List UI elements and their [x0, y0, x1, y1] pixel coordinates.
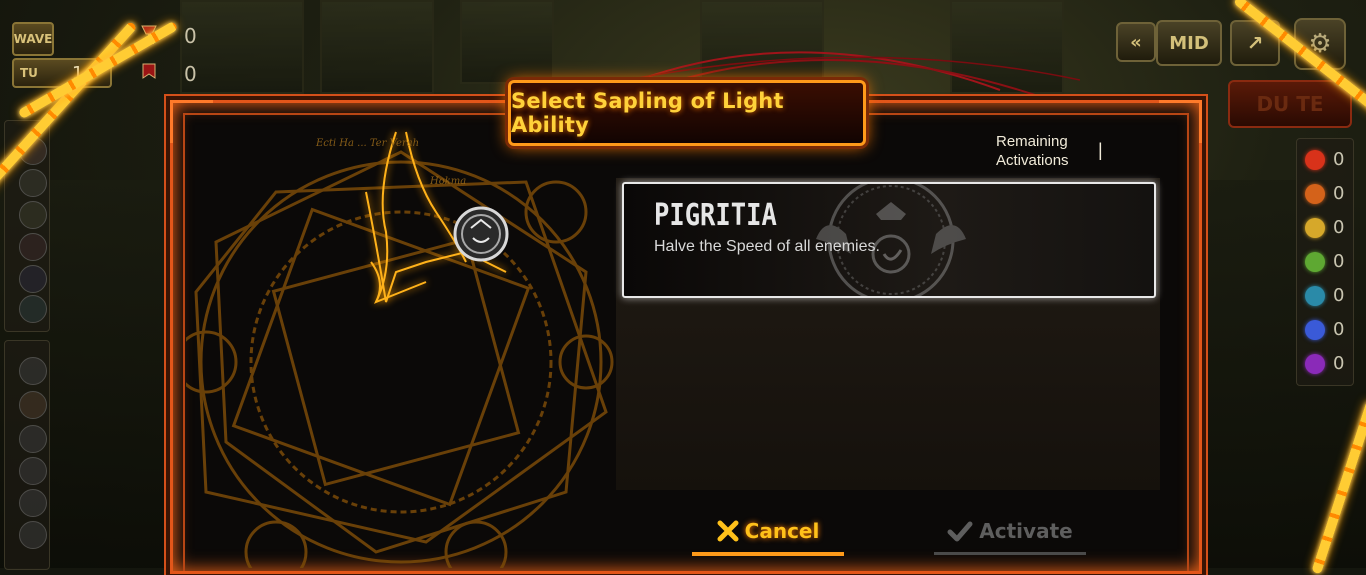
ability-name: PIGRITIA	[654, 198, 777, 233]
resource-count: 0	[1333, 251, 1345, 272]
activate-label: Activate	[979, 519, 1073, 543]
resource-row: 0	[1305, 353, 1344, 374]
resource-count: 0	[1333, 319, 1345, 340]
rewind-button[interactable]: «	[1116, 22, 1156, 62]
unit-icon[interactable]	[19, 489, 47, 517]
unit-icon[interactable]	[19, 169, 47, 197]
purple-gem-icon	[1305, 353, 1325, 374]
circle-inscription: Hokma	[430, 176, 467, 187]
unit-icon[interactable]	[19, 425, 47, 453]
resource-count: 0	[1333, 353, 1345, 374]
unit-slot-column	[4, 340, 50, 570]
resource-count: 0	[1333, 217, 1345, 238]
duplicate-button[interactable]: DU TE	[1228, 80, 1352, 128]
sapling-medallion-icon	[453, 206, 509, 262]
resource-row: 0	[1305, 285, 1344, 306]
banner-icon	[142, 63, 156, 79]
activate-button[interactable]: Activate	[934, 510, 1086, 555]
banner-counter: 0	[184, 62, 197, 86]
unit-icon[interactable]	[19, 233, 47, 261]
resource-row: 0	[1305, 217, 1344, 238]
unit-icon[interactable]	[19, 295, 47, 323]
turn-label: TU	[20, 66, 38, 80]
resource-panel: 0 0 0 0 0 0 0	[1296, 138, 1354, 386]
ability-description: Halve the Speed of all enemies.	[654, 238, 880, 255]
remaining-activations-value: |	[1098, 140, 1103, 160]
blue-crystal-gem-icon	[1305, 319, 1325, 340]
wave-label: WAVE	[12, 22, 54, 56]
resource-row: 0	[1305, 251, 1344, 272]
unit-icon[interactable]	[19, 391, 47, 419]
dialog-title: Select Sapling of Light Ability	[511, 89, 784, 137]
speed-button[interactable]: MID	[1156, 20, 1222, 66]
resource-row: 0	[1305, 149, 1344, 170]
unit-icon[interactable]	[19, 265, 47, 293]
close-icon	[717, 520, 739, 542]
background-window	[460, 0, 554, 84]
unit-icon[interactable]	[19, 457, 47, 485]
cancel-label: Cancel	[744, 519, 820, 543]
red-flame-gem-icon	[1305, 149, 1325, 170]
arrow-up-right-icon: ↗	[1246, 31, 1264, 55]
cancel-button[interactable]: Cancel	[692, 510, 844, 556]
dialog-title-plate: Select Sapling of Light Ability	[508, 80, 866, 146]
checkmark-icon	[947, 521, 973, 542]
unit-icon[interactable]	[19, 521, 47, 549]
resource-row: 0	[1305, 183, 1344, 204]
teal-gem-icon	[1305, 285, 1325, 306]
double-chevron-left-icon: «	[1130, 31, 1142, 53]
green-gem-icon	[1305, 251, 1325, 272]
goblet-counter: 0	[184, 24, 197, 48]
resource-count: 0	[1333, 285, 1345, 306]
unit-icon[interactable]	[19, 201, 47, 229]
remaining-activations-label: Remaining Activations	[996, 133, 1069, 169]
ability-card-pigritia[interactable]: PIGRITIA Halve the Speed of all enemies.	[622, 182, 1156, 298]
unit-icon[interactable]	[19, 357, 47, 385]
resource-row: 0	[1305, 319, 1344, 340]
circle-inscription: Ecti Ha ... Ter Verah	[316, 138, 420, 149]
resource-count: 0	[1333, 149, 1345, 170]
background-window	[180, 0, 304, 94]
yellow-gem-icon	[1305, 217, 1325, 238]
orange-cross-gem-icon	[1305, 183, 1325, 204]
frame-corner	[1159, 100, 1202, 143]
magic-circle	[186, 131, 614, 568]
background-window	[320, 0, 434, 94]
resource-count: 0	[1333, 183, 1345, 204]
